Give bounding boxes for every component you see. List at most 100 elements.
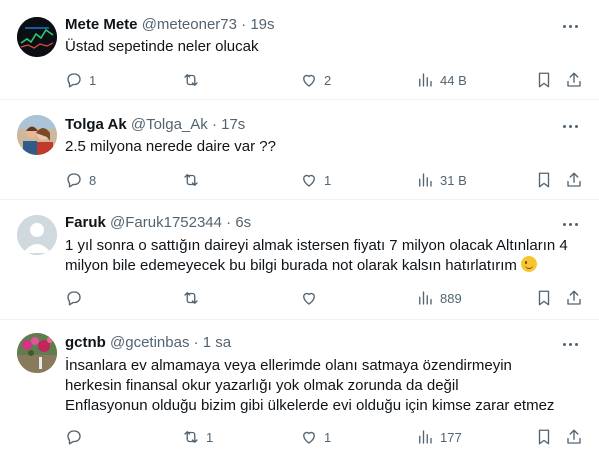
avatar[interactable] — [17, 333, 57, 373]
retweet-icon — [184, 431, 198, 443]
tweet-actions: 8 1 31 B — [0, 170, 599, 190]
views-icon — [419, 173, 432, 187]
share-button[interactable] — [565, 288, 583, 308]
separator-dot: · — [226, 214, 232, 231]
views-button[interactable]: 889 — [416, 288, 462, 308]
flowers-photo-avatar-icon — [17, 333, 57, 373]
share-button[interactable] — [565, 70, 583, 90]
reply-icon — [67, 173, 81, 188]
bookmark-button[interactable] — [535, 288, 553, 308]
bookmark-button[interactable] — [535, 427, 553, 447]
like-count: 2 — [324, 72, 332, 88]
share-icon — [567, 290, 581, 305]
share-button[interactable] — [565, 170, 583, 190]
avatar[interactable] — [17, 215, 57, 255]
retweet-button[interactable]: 1 — [182, 427, 213, 447]
tweet-text-line: Enflasyonun olduğu bizim gibi ülkelerde … — [65, 397, 555, 414]
like-button[interactable]: 2 — [300, 70, 331, 90]
tweet-text-line: milyon bile edemeyecek bu bilgi burada n… — [65, 257, 517, 274]
default-profile-avatar-icon — [17, 215, 57, 255]
tweet-text-line: herkesin finansal okur yazarlığı yok olm… — [65, 377, 459, 394]
views-count: 31 B — [440, 172, 467, 188]
like-count: 1 — [324, 172, 332, 188]
more-icon[interactable] — [559, 214, 581, 234]
reply-count: 8 — [89, 172, 97, 188]
like-button[interactable] — [300, 288, 324, 308]
like-icon — [303, 174, 315, 187]
tweet-actions: 1 1 177 — [0, 427, 599, 447]
views-icon — [419, 291, 432, 305]
reply-button[interactable]: 8 — [65, 170, 96, 190]
dark-chart-avatar-icon — [17, 17, 57, 57]
views-count: 889 — [440, 290, 462, 306]
tweet-item[interactable]: Tolga Ak @Tolga_Ak · 17s 2.5 milyona ner… — [0, 100, 599, 200]
tweet-text-line: 1 yıl sonra o sattığın daireyi almak ist… — [65, 237, 568, 254]
avatar[interactable] — [17, 115, 57, 155]
bookmark-icon — [538, 72, 550, 88]
reply-icon — [67, 430, 81, 445]
bookmark-icon — [538, 429, 550, 445]
more-icon[interactable] — [559, 334, 581, 354]
tweet-text-line: 2.5 milyona nerede daire var ?? — [65, 138, 276, 155]
timestamp[interactable]: 6s — [235, 214, 251, 231]
retweet-icon — [184, 74, 198, 86]
winking-face-icon — [521, 256, 538, 272]
reply-button[interactable] — [65, 288, 89, 308]
bookmark-icon — [538, 290, 550, 306]
display-name[interactable]: Tolga Ak — [65, 116, 127, 133]
tweet-actions: 889 — [0, 288, 599, 308]
user-handle[interactable]: @Tolga_Ak — [131, 116, 208, 133]
separator-dot: · — [193, 334, 199, 351]
tweet-item[interactable]: gctnb @gcetinbas · 1 sa İnsanlara ev alm… — [0, 320, 599, 460]
tweet-text-line: Üstad sepetinde neler olucak — [65, 38, 259, 55]
views-button[interactable]: 31 B — [416, 170, 467, 190]
share-icon — [567, 172, 581, 187]
bookmark-button[interactable] — [535, 70, 553, 90]
couple-photo-avatar-icon — [17, 115, 57, 155]
bookmark-icon — [538, 172, 550, 188]
views-icon — [419, 73, 432, 87]
tweet-item[interactable]: Mete Mete @meteoner73 · 19s Üstad sepeti… — [0, 0, 599, 100]
share-icon — [567, 72, 581, 87]
share-button[interactable] — [565, 427, 583, 447]
like-icon — [303, 74, 315, 87]
reply-button[interactable]: 1 — [65, 70, 96, 90]
views-icon — [419, 430, 432, 444]
display-name[interactable]: gctnb — [65, 334, 106, 351]
user-handle[interactable]: @meteoner73 — [142, 16, 237, 33]
share-icon — [567, 429, 581, 444]
user-handle[interactable]: @gcetinbas — [110, 334, 189, 351]
like-button[interactable]: 1 — [300, 427, 331, 447]
views-count: 177 — [440, 429, 462, 445]
retweet-button[interactable] — [182, 70, 206, 90]
timestamp[interactable]: 1 sa — [203, 334, 231, 351]
separator-dot: · — [241, 16, 247, 33]
separator-dot: · — [211, 116, 217, 133]
tweet-text-line: İnsanlara ev almamaya veya ellerimde ola… — [65, 357, 512, 374]
views-button[interactable]: 44 B — [416, 70, 467, 90]
reply-icon — [67, 291, 81, 306]
like-button[interactable]: 1 — [300, 170, 331, 190]
tweet-text: İnsanlara ev almamaya veya ellerimde ola… — [65, 356, 585, 416]
display-name[interactable]: Mete Mete — [65, 16, 138, 33]
retweet-button[interactable] — [182, 288, 206, 308]
timestamp[interactable]: 19s — [250, 16, 274, 33]
tweet-text: 2.5 milyona nerede daire var ?? — [65, 137, 585, 157]
tweet-text: Üstad sepetinde neler olucak — [65, 37, 585, 57]
bookmark-button[interactable] — [535, 170, 553, 190]
tweet-item[interactable]: Faruk @Faruk1752344 · 6s 1 yıl sonra o s… — [0, 200, 599, 320]
display-name[interactable]: Faruk — [65, 214, 106, 231]
reply-button[interactable] — [65, 427, 89, 447]
more-icon[interactable] — [559, 116, 581, 136]
more-icon[interactable] — [559, 16, 581, 36]
retweet-button[interactable] — [182, 170, 206, 190]
like-icon — [303, 431, 315, 444]
tweet-actions: 1 2 44 B — [0, 70, 599, 90]
timestamp[interactable]: 17s — [221, 116, 245, 133]
retweet-icon — [184, 174, 198, 186]
retweet-count: 1 — [206, 429, 214, 445]
user-handle[interactable]: @Faruk1752344 — [110, 214, 222, 231]
views-button[interactable]: 177 — [416, 427, 462, 447]
tweet-text: 1 yıl sonra o sattığın daireyi almak ist… — [65, 236, 585, 276]
avatar[interactable] — [17, 17, 57, 57]
